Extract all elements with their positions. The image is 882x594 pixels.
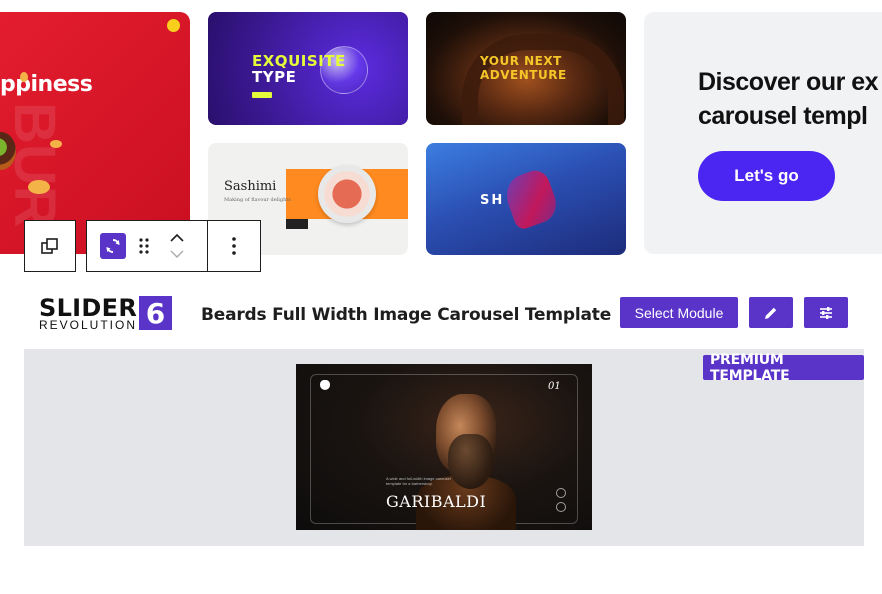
next-slide-icon [556,502,566,512]
card-headline: ppiness [0,72,93,97]
slider-revolution-logo: SLIDER REVOLUTION 6 [39,296,179,336]
template-card-shoe[interactable]: SH IDO [426,143,626,255]
template-card-exquisite[interactable]: EXQUISITE TYPE [208,12,408,125]
sashimi-plate-image [318,165,376,223]
sneaker-image [500,166,562,232]
slider-revolution-block-icon[interactable] [100,233,126,259]
toolbar-divider [207,221,208,271]
chip-image [20,72,28,82]
more-options-icon[interactable] [227,235,241,257]
discover-heading-line1: Discover our ex [698,68,879,96]
sliders-icon [820,306,832,319]
slide-number: 01 [548,381,561,392]
pencil-icon [765,307,777,319]
card-button [252,92,272,98]
block-toolbar [86,220,261,272]
card-button [286,219,308,229]
template-title: Beards Full Width Image Carousel Templat… [201,305,612,325]
lets-go-button[interactable]: Let's go [698,151,835,201]
card-title-line2: TYPE [252,68,297,86]
chip-image [28,180,50,194]
slide-caption: A wide and full-width image carousel tem… [386,476,451,486]
template-card-adventure[interactable]: YOUR NEXT ADVENTURE [426,12,626,125]
drag-handle-icon[interactable] [137,236,151,256]
prev-slide-icon [556,488,566,498]
card-title: Sashimi [224,179,277,194]
logo-word: SLIDER [39,294,138,322]
template-preview-image[interactable]: 01 A wide and full-width image carousel … [296,364,592,530]
duplicate-icon [41,238,58,254]
chip-image [50,140,62,148]
template-preview-area: PREMIUM TEMPLATE 01 A wide and full-widt… [24,349,864,546]
chevron-down-icon[interactable] [169,248,185,260]
beard-logo-icon [320,380,330,390]
premium-template-badge: PREMIUM TEMPLATE [703,352,864,384]
discover-heading-line2: carousel templ [698,102,868,130]
card-subtitle: Making of flavour delights [224,197,291,203]
logo-version: 6 [139,296,172,330]
discover-card: Discover our ex carousel templ Let's go [644,12,882,254]
edit-button[interactable] [749,297,793,328]
chevron-up-icon[interactable] [169,231,185,245]
menu-dot-icon [167,19,180,32]
settings-button[interactable] [804,297,848,328]
select-module-button[interactable]: Select Module [620,297,738,328]
card-title-line1: YOUR NEXT [480,54,562,68]
slide-title: GARIBALDI [386,492,487,511]
template-card-food[interactable]: ppiness BUR [0,12,190,254]
logo-subword: REVOLUTION [39,318,138,332]
card-title-line2: ADVENTURE [480,68,567,82]
duplicate-button[interactable] [24,220,76,272]
